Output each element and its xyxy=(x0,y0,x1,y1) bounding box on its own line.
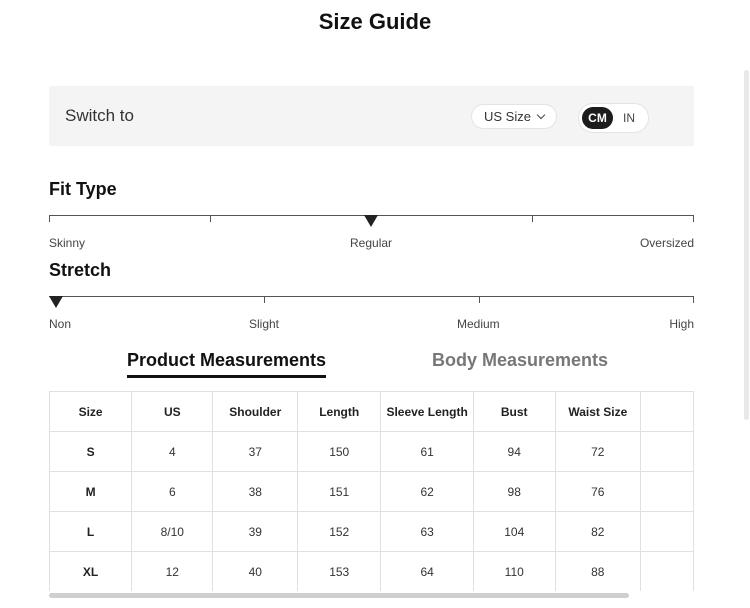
fit-type-title: Fit Type xyxy=(49,179,117,199)
table-cell: 6 xyxy=(131,471,214,512)
stretch-tick xyxy=(264,296,265,303)
measurements-table: Size US Shoulder Length Sleeve Length Bu… xyxy=(49,391,694,591)
table-row: M 6 38 151 62 98 76 xyxy=(49,471,694,512)
table-cell xyxy=(640,511,694,552)
stretch-label-medium: Medium xyxy=(457,317,500,331)
table-cell: S xyxy=(49,431,133,472)
measurements-table-container[interactable]: Size US Shoulder Length Sleeve Length Bu… xyxy=(49,391,694,591)
table-row: S 4 37 150 61 94 72 xyxy=(49,431,694,472)
fit-type-label-skinny: Skinny xyxy=(49,236,86,250)
stretch-label-high: High xyxy=(669,317,694,331)
table-cell: 64 xyxy=(380,551,474,591)
table-cell: 76 xyxy=(554,471,642,512)
table-cell: M xyxy=(49,471,133,512)
fit-type-tick xyxy=(49,215,50,222)
table-cell: 151 xyxy=(297,471,382,512)
table-cell xyxy=(640,551,694,591)
table-cell: 61 xyxy=(380,431,474,472)
table-cell: 88 xyxy=(554,551,642,591)
page-scrollbar[interactable] xyxy=(744,70,749,420)
stretch-tick xyxy=(693,296,694,303)
table-cell xyxy=(640,431,694,472)
fit-type-label-regular: Regular xyxy=(350,236,393,250)
unit-cm-button[interactable]: CM xyxy=(582,107,613,129)
switch-to-label: Switch to xyxy=(65,106,134,125)
table-cell: L xyxy=(49,511,133,552)
table-cell: XL xyxy=(49,551,133,591)
table-cell xyxy=(640,471,694,512)
table-cell: 82 xyxy=(554,511,642,552)
unit-switch-bar: Switch to US Size CM IN xyxy=(49,86,694,146)
table-cell: 153 xyxy=(297,551,382,591)
table-cell: 152 xyxy=(297,511,382,552)
table-cell: 72 xyxy=(554,431,642,472)
stretch-tick xyxy=(479,296,480,303)
column-header: Sleeve Length xyxy=(380,391,474,432)
column-header: US xyxy=(131,391,214,432)
table-cell: 40 xyxy=(212,551,299,591)
column-header: Bust xyxy=(472,391,556,432)
table-cell: 38 xyxy=(212,471,299,512)
stretch-marker-icon xyxy=(49,296,63,308)
table-cell: 39 xyxy=(212,511,299,552)
unit-in-button[interactable]: IN xyxy=(623,111,635,125)
stretch-scale xyxy=(49,296,694,297)
table-cell: 4 xyxy=(131,431,214,472)
table-cell: 62 xyxy=(380,471,474,512)
tab-body-measurements[interactable]: Body Measurements xyxy=(432,350,608,371)
fit-type-label-oversized: Oversized xyxy=(639,236,694,250)
stretch-label-non: Non xyxy=(49,317,72,331)
column-header: Shoulder xyxy=(212,391,299,432)
table-cell: 63 xyxy=(380,511,474,552)
fit-type-marker-icon xyxy=(364,215,378,227)
table-header-row: Size US Shoulder Length Sleeve Length Bu… xyxy=(49,391,694,432)
table-cell: 8/10 xyxy=(131,511,214,552)
table-cell: 104 xyxy=(472,511,556,552)
page-title: Size Guide xyxy=(318,9,432,34)
column-header: Length xyxy=(297,391,382,432)
column-header xyxy=(640,391,694,432)
fit-type-tick xyxy=(210,215,211,222)
stretch-label-slight: Slight xyxy=(249,317,280,331)
tab-product-measurements[interactable]: Product Measurements xyxy=(127,350,327,378)
column-header: Waist Size xyxy=(554,391,642,432)
table-horizontal-scrollbar[interactable] xyxy=(49,593,629,598)
table-row: L 8/10 39 152 63 104 82 xyxy=(49,511,694,552)
table-cell: 12 xyxy=(131,551,214,591)
stretch-title: Stretch xyxy=(49,260,112,280)
table-cell: 110 xyxy=(472,551,556,591)
table-cell: 150 xyxy=(297,431,382,472)
fit-type-tick xyxy=(693,215,694,222)
table-cell: 98 xyxy=(472,471,556,512)
chevron-down-icon xyxy=(536,110,546,120)
unit-toggle[interactable]: CM IN xyxy=(578,103,649,133)
size-system-value: US Size xyxy=(484,109,531,124)
size-system-select[interactable]: US Size xyxy=(471,104,557,129)
column-header: Size xyxy=(49,391,133,432)
fit-type-tick xyxy=(532,215,533,222)
table-cell: 37 xyxy=(212,431,299,472)
table-cell: 94 xyxy=(472,431,556,472)
table-row: XL 12 40 153 64 110 88 xyxy=(49,551,694,591)
